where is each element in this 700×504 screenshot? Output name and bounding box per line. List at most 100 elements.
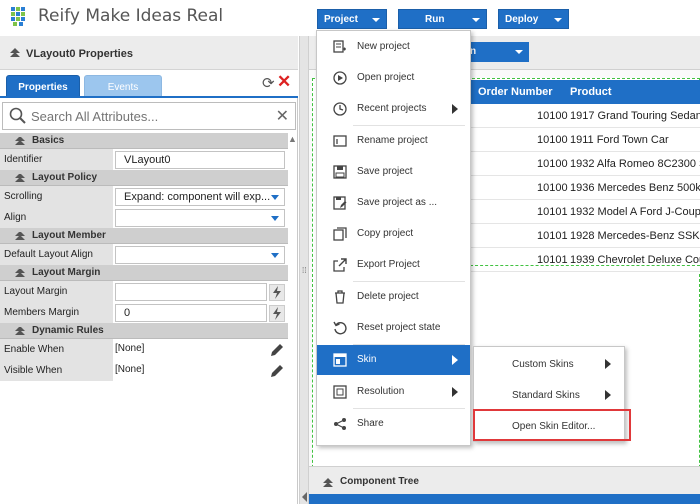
default-layout-align-select[interactable] bbox=[115, 246, 285, 264]
table-row[interactable]: 10100 1917 Grand Touring Sedan bbox=[470, 104, 700, 128]
rename-icon bbox=[333, 135, 347, 147]
section-dynamic-rules[interactable]: Dynamic Rules bbox=[0, 323, 288, 339]
section-title: Dynamic Rules bbox=[32, 325, 104, 336]
chevron-down-icon bbox=[271, 253, 279, 258]
clear-search-icon[interactable]: ✕ bbox=[276, 106, 289, 126]
members-margin-field[interactable]: 0 bbox=[115, 304, 267, 322]
pencil-icon[interactable] bbox=[268, 362, 286, 380]
cell-product: 1936 Mercedes Benz 500k R bbox=[570, 182, 700, 194]
app-title: Reify Make Ideas Real bbox=[38, 6, 224, 26]
tab-events[interactable]: Events bbox=[84, 75, 162, 98]
menu-item-rename-project[interactable]: Rename project bbox=[317, 126, 470, 156]
property-label: Layout Margin bbox=[0, 281, 113, 302]
section-layout-margin[interactable]: Layout Margin bbox=[0, 265, 288, 281]
reset-icon bbox=[333, 321, 347, 335]
table-row[interactable]: 10101 1932 Model A Ford J-Coupe bbox=[470, 200, 700, 224]
row-identifier: Identifier VLayout0 bbox=[0, 149, 288, 170]
column-header-order-number[interactable]: Order Number bbox=[478, 86, 553, 98]
scrolling-select[interactable]: Expand: component will exp... bbox=[115, 188, 285, 206]
cell-order-number: 10101 bbox=[537, 230, 568, 242]
menu-item-label: Resolution bbox=[357, 386, 405, 397]
submenu-item-label: Standard Skins bbox=[512, 390, 580, 401]
menu-item-new-project[interactable]: New project bbox=[317, 32, 470, 62]
tab-properties[interactable]: Properties bbox=[6, 75, 80, 98]
section-layout-member[interactable]: Layout Member bbox=[0, 228, 288, 244]
menu-item-save-project[interactable]: Save project bbox=[317, 157, 470, 187]
cell-order-number: 10100 bbox=[537, 158, 568, 170]
dynamic-value-button[interactable] bbox=[269, 284, 285, 301]
align-select[interactable] bbox=[115, 209, 285, 227]
cell-order-number: 10100 bbox=[537, 182, 568, 194]
panel-splitter[interactable]: ⁞⁞ bbox=[299, 36, 309, 504]
search-input[interactable] bbox=[31, 106, 261, 126]
menu-item-label: Rename project bbox=[357, 135, 428, 146]
section-layout-policy[interactable]: Layout Policy bbox=[0, 170, 288, 186]
collapse-left-icon[interactable] bbox=[302, 492, 307, 502]
project-menu-button[interactable]: Project bbox=[317, 9, 387, 29]
property-label: Scrolling bbox=[0, 186, 113, 207]
search-icon bbox=[9, 107, 26, 124]
menu-item-label: Export Project bbox=[357, 259, 420, 270]
menu-item-label: Delete project bbox=[357, 291, 419, 302]
menu-item-resolution[interactable]: Resolution bbox=[317, 377, 470, 407]
table-row[interactable]: 10100 1911 Ford Town Car bbox=[470, 128, 700, 152]
properties-panel: VLayout0 Properties Properties Events ⟳ … bbox=[0, 36, 298, 504]
menu-item-reset-project-state[interactable]: Reset project state bbox=[317, 313, 470, 343]
menu-item-recent-projects[interactable]: Recent projects bbox=[317, 94, 470, 124]
row-scrolling: Scrolling Expand: component will exp... bbox=[0, 186, 288, 207]
section-title: Basics bbox=[32, 135, 65, 146]
visible-when-value: [None] bbox=[115, 364, 145, 375]
column-header-product[interactable]: Product bbox=[570, 86, 612, 98]
chevron-right-icon bbox=[605, 390, 611, 400]
table-row[interactable]: 10101 1939 Chevrolet Deluxe Coup bbox=[470, 248, 700, 272]
submenu-item-custom-skins[interactable]: Custom Skins bbox=[474, 349, 624, 379]
drag-handle-icon[interactable]: ⁞⁞ bbox=[302, 266, 306, 275]
menu-item-copy-project[interactable]: Copy project bbox=[317, 219, 470, 249]
collapse-icon[interactable] bbox=[9, 48, 21, 58]
menu-item-label: Open project bbox=[357, 72, 415, 83]
collapse-icon bbox=[15, 174, 25, 182]
refresh-icon[interactable]: ⟳ bbox=[262, 74, 275, 92]
menu-item-share[interactable]: Share bbox=[317, 409, 470, 439]
resolution-icon bbox=[333, 385, 347, 399]
property-label: Enable When bbox=[0, 339, 113, 360]
save-as-icon bbox=[333, 196, 347, 210]
table-row[interactable]: 10100 1932 Alfa Romeo 8C2300 Sp bbox=[470, 152, 700, 176]
menu-item-delete-project[interactable]: Delete project bbox=[317, 282, 470, 312]
reify-logo-icon bbox=[11, 7, 25, 26]
cell-product: 1917 Grand Touring Sedan bbox=[570, 110, 700, 122]
orders-grid: Order Number Product 10100 1917 Grand Tou… bbox=[470, 80, 700, 272]
collapse-icon bbox=[323, 478, 333, 487]
scroll-up-icon[interactable]: ▲ bbox=[288, 134, 297, 144]
row-layout-margin: Layout Margin bbox=[0, 281, 288, 302]
properties-tabs: Properties Events bbox=[0, 70, 298, 98]
run-menu-label: Run bbox=[425, 14, 445, 25]
drop-zone-border bbox=[470, 265, 700, 266]
layout-margin-field[interactable] bbox=[115, 283, 267, 301]
run-menu-button[interactable]: Run bbox=[398, 9, 487, 29]
delete-icon[interactable]: ✕ bbox=[277, 72, 291, 92]
cell-product: 1928 Mercedes-Benz SSK bbox=[570, 230, 700, 242]
cell-product: 1932 Model A Ford J-Coupe bbox=[570, 206, 700, 218]
deploy-menu-button[interactable]: Deploy bbox=[498, 9, 569, 29]
chevron-down-icon bbox=[554, 18, 562, 22]
component-tree-header[interactable]: Component Tree bbox=[309, 466, 700, 494]
menu-item-skin[interactable]: Skin bbox=[317, 345, 470, 375]
section-basics[interactable]: Basics bbox=[0, 133, 288, 149]
menu-item-open-project[interactable]: Open project bbox=[317, 63, 470, 93]
chevron-down-icon bbox=[472, 18, 480, 22]
identifier-field[interactable]: VLayout0 bbox=[115, 151, 285, 169]
submenu-item-standard-skins[interactable]: Standard Skins bbox=[474, 380, 624, 410]
menu-item-export-project[interactable]: Export Project bbox=[317, 250, 470, 280]
dynamic-value-button[interactable] bbox=[269, 305, 285, 322]
row-visible-when: Visible When [None] bbox=[0, 360, 288, 381]
enable-when-value: [None] bbox=[115, 343, 145, 354]
property-label: Members Margin bbox=[0, 302, 113, 323]
chevron-down-icon bbox=[515, 50, 523, 54]
row-align: Align bbox=[0, 207, 288, 228]
table-row[interactable]: 10100 1936 Mercedes Benz 500k R bbox=[470, 176, 700, 200]
pencil-icon[interactable] bbox=[268, 341, 286, 359]
menu-item-save-project-as[interactable]: Save project as ... bbox=[317, 188, 470, 218]
trash-icon bbox=[335, 290, 345, 304]
table-row[interactable]: 10101 1928 Mercedes-Benz SSK bbox=[470, 224, 700, 248]
